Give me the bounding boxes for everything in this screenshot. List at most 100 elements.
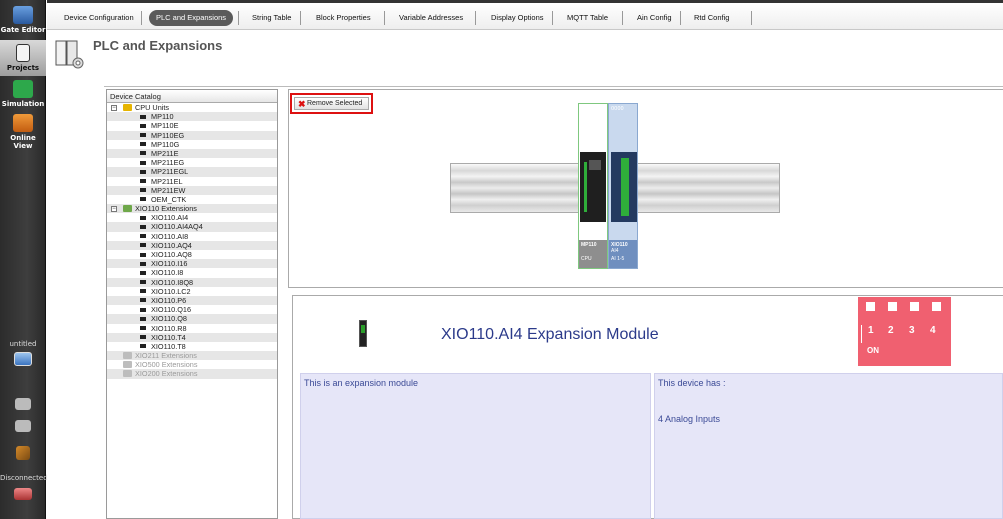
tab-mqtt-table[interactable]: MQTT Table	[560, 10, 615, 26]
tree-item[interactable]: XIO110.I16	[107, 259, 277, 269]
device-icon	[140, 289, 146, 294]
tab-separator	[475, 11, 476, 25]
expansion-module-slot[interactable]: 0000 XIO110 AI4 AI 1-5	[608, 103, 638, 269]
tab-display-options[interactable]: Display Options	[484, 10, 551, 26]
tree-group[interactable]: − CPU Units	[107, 103, 277, 112]
tree-item[interactable]: XIO110.AQ8	[107, 250, 277, 259]
tree-item[interactable]: MP211EG	[107, 158, 277, 167]
folder-icon	[123, 352, 132, 360]
tree-item[interactable]: MP211E	[107, 148, 277, 159]
module-features-panel: This device has : 4 Analog Inputs	[654, 373, 1003, 519]
remove-selected-button[interactable]: ✖ Remove Selected	[290, 93, 373, 114]
dip-switch[interactable]	[866, 302, 875, 311]
expansion-device-image	[611, 152, 637, 222]
tab-separator	[238, 11, 239, 25]
cpu-module-slot[interactable]: MP110 CPU	[578, 103, 608, 269]
dip-switch[interactable]	[932, 302, 941, 311]
computer-icon[interactable]	[0, 352, 46, 368]
upload-icon[interactable]	[0, 420, 46, 434]
tab-separator	[552, 11, 553, 25]
simulation-icon	[13, 80, 33, 98]
top-tab-bar: Device Configuration PLC and Expansions …	[47, 0, 1003, 30]
tab-string-table[interactable]: String Table	[245, 10, 298, 26]
cpu-module-name: MP110	[581, 242, 597, 248]
tree-group-label: XIO500 Extensions	[135, 360, 198, 370]
tree-item-label: XIO110.Q16	[151, 305, 192, 315]
tree-item[interactable]: MP110EG	[107, 130, 277, 140]
tree-item[interactable]: XIO110.P6	[107, 295, 277, 306]
dip-switch-panel[interactable]: 1 2 3 4 ON	[858, 297, 951, 366]
tab-rtd-config[interactable]: Rtd Config	[687, 10, 736, 26]
module-features-detail: 4 Analog Inputs	[658, 414, 721, 424]
tab-separator	[300, 11, 301, 25]
tree-item-label: MP211EG	[151, 158, 185, 168]
tree-item[interactable]: XIO110.I8	[107, 268, 277, 277]
tree-item[interactable]: XIO110.I8Q8	[107, 277, 277, 287]
sidebar-item-simulation[interactable]: Simulation	[0, 80, 46, 108]
device-icon	[140, 215, 146, 220]
hammer-icon[interactable]	[0, 446, 46, 462]
collapse-icon[interactable]: −	[111, 104, 117, 111]
tab-separator	[680, 11, 681, 25]
tree-item-label: MP211EW	[151, 185, 186, 195]
tree-item-label: MP110EG	[151, 130, 185, 140]
collapse-icon[interactable]: −	[111, 205, 117, 212]
tree-group-disabled: XIO500 Extensions	[107, 360, 277, 369]
tree-item[interactable]: MP211EL	[107, 177, 277, 186]
tab-plc-and-expansions[interactable]: PLC and Expansions	[149, 10, 234, 26]
online-view-icon	[13, 114, 33, 132]
folder-icon	[123, 104, 132, 111]
device-icon	[140, 114, 146, 119]
tree-group-label: XIO211 Extensions	[135, 351, 197, 361]
device-icon	[140, 243, 146, 248]
status-disconnected: Disconnected	[0, 474, 48, 482]
device-icon	[140, 344, 146, 349]
device-icon	[140, 151, 146, 156]
download-icon[interactable]	[0, 398, 46, 412]
sidebar-item-gate-editor[interactable]: Gate Editor	[0, 6, 46, 34]
device-icon	[140, 298, 146, 303]
dip-switch[interactable]	[910, 302, 919, 311]
tree-item[interactable]: MP211EGL	[107, 167, 277, 177]
tab-ain-config[interactable]: Ain Config	[630, 10, 679, 26]
tree-item[interactable]: MP211EW	[107, 185, 277, 195]
tree-item[interactable]: XIO110.T8	[107, 342, 277, 351]
cpu-module-type: CPU	[581, 256, 592, 262]
tree-group[interactable]: − XIO110 Extensions	[107, 204, 277, 214]
remove-icon: ✖	[298, 99, 306, 109]
tree-item[interactable]: XIO110.AI4AQ4	[107, 222, 277, 232]
tree-item[interactable]: XIO110.AI8	[107, 232, 277, 241]
device-catalog[interactable]: Device Catalog − CPU Units MP110 MP110E MP11…	[106, 89, 278, 519]
expansion-module-range: AI 1-5	[611, 256, 625, 262]
tree-item[interactable]: XIO110.AQ4	[107, 240, 277, 250]
tree-item-label: MP211E	[151, 148, 179, 158]
sidebar-item-online-view[interactable]: Online View	[0, 114, 46, 150]
device-icon	[140, 188, 146, 193]
tree-item[interactable]: XIO110.T4	[107, 332, 277, 342]
tab-variable-addresses[interactable]: Variable Addresses	[392, 10, 470, 26]
tree-item[interactable]: XIO110.Q8	[107, 314, 277, 324]
gate-editor-icon	[13, 6, 33, 24]
device-catalog-tree: − CPU Units MP110 MP110E MP110EG MP110G MP211E…	[107, 103, 277, 379]
tree-item[interactable]: OEM_CTK	[107, 195, 277, 204]
tree-item[interactable]: XIO110.Q16	[107, 305, 277, 314]
tree-item-label: OEM_CTK	[151, 194, 187, 204]
dip-switch[interactable]	[888, 302, 897, 311]
tab-device-configuration[interactable]: Device Configuration	[57, 10, 141, 26]
tree-item[interactable]: XIO110.R8	[107, 324, 277, 333]
tree-item-label: XIO110.AQ4	[151, 240, 192, 250]
connection-icon[interactable]	[0, 488, 46, 502]
tree-item[interactable]: MP110E	[107, 121, 277, 130]
device-icon	[140, 142, 146, 147]
tree-item[interactable]: MP110	[107, 112, 277, 122]
tree-item[interactable]: MP110G	[107, 140, 277, 149]
tree-item-label: XIO110.AI8	[151, 231, 189, 241]
tree-item[interactable]: XIO110.AI4	[107, 213, 277, 222]
tree-item[interactable]: XIO110.LC2	[107, 287, 277, 296]
device-icon	[140, 252, 146, 257]
tab-block-properties[interactable]: Block Properties	[309, 10, 378, 26]
device-icon	[140, 160, 146, 165]
tree-group-label: XIO200 Extensions	[135, 369, 198, 379]
sidebar-item-projects[interactable]: Projects	[0, 40, 46, 76]
folder-icon	[123, 361, 132, 369]
